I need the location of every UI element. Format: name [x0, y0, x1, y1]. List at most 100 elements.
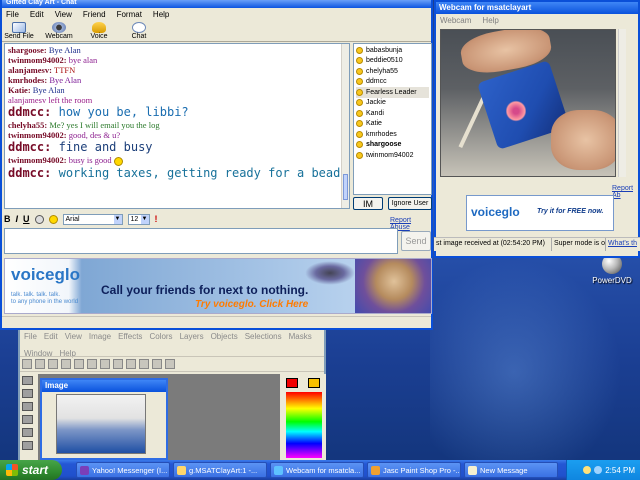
chat-button[interactable]: Chat: [124, 21, 154, 41]
voice-button[interactable]: Voice: [84, 21, 114, 41]
message-author[interactable]: chelyha55:: [8, 120, 47, 130]
chat-log-scrollbar[interactable]: [341, 44, 349, 208]
bold-button[interactable]: B: [4, 214, 11, 224]
webcam-report-abuse-link[interactable]: Report Ab: [612, 185, 638, 199]
menu-help[interactable]: Help: [153, 10, 169, 20]
taskbar-item[interactable]: Jasc Paint Shop Pro -...: [367, 462, 461, 478]
scrollbar-thumb[interactable]: [343, 174, 348, 200]
selection-tool-icon[interactable]: [22, 402, 33, 411]
app-icon: [177, 465, 186, 475]
open-icon[interactable]: [35, 359, 45, 369]
room-user-item[interactable]: beddie0510: [356, 56, 429, 67]
redo-icon[interactable]: [87, 359, 97, 369]
message-author[interactable]: ddmcc:: [8, 105, 51, 119]
room-user-item[interactable]: twinmom94002: [356, 150, 429, 161]
webcam-button[interactable]: Webcam: [44, 21, 74, 41]
send-button[interactable]: Send: [401, 231, 431, 251]
message-author[interactable]: ddmcc:: [8, 166, 51, 180]
new-icon[interactable]: [22, 359, 32, 369]
color-spectrum[interactable]: [286, 392, 322, 458]
room-user-item[interactable]: kmrhodes: [356, 129, 429, 140]
ad-tagline: talk. talk. talk. talk. to any phone in …: [11, 292, 78, 306]
message-text: how you be, libbi?: [58, 105, 189, 119]
zoom-tool-icon[interactable]: [22, 389, 33, 398]
taskbar-item[interactable]: Webcam for msatcla...: [270, 462, 364, 478]
room-user-item[interactable]: Jackie: [356, 98, 429, 109]
psp-menu-edit[interactable]: Edit: [44, 332, 58, 342]
background-color-swatch[interactable]: [308, 378, 320, 388]
chat-message: Katie: Bye Alan: [8, 85, 346, 95]
underline-button[interactable]: U: [23, 214, 30, 224]
italic-button[interactable]: I: [16, 214, 19, 224]
messenger-tray-icon[interactable]: [583, 466, 592, 474]
psp-menu-layers[interactable]: Layers: [180, 332, 204, 342]
font-size-select[interactable]: 12 ▼: [127, 213, 150, 225]
message-author[interactable]: twinmom94002:: [8, 155, 67, 165]
save-icon[interactable]: [48, 359, 58, 369]
print-icon[interactable]: [61, 359, 71, 369]
menu-help[interactable]: Help: [482, 16, 498, 26]
network-tray-icon[interactable]: [594, 466, 603, 474]
message-author[interactable]: twinmom94002:: [8, 130, 67, 140]
room-user-item[interactable]: chelyha55: [356, 66, 429, 77]
move-tool-icon[interactable]: [22, 428, 33, 437]
taskbar-item[interactable]: New Message: [464, 462, 558, 478]
zoom-icon[interactable]: [152, 359, 162, 369]
room-user-item[interactable]: babasbunja: [356, 45, 429, 56]
buzz-icon[interactable]: !: [155, 214, 158, 224]
psp-menu-selections[interactable]: Selections: [245, 332, 282, 342]
clock[interactable]: 2:54 PM: [605, 466, 635, 475]
message-author[interactable]: Katie:: [8, 85, 31, 95]
room-user-item[interactable]: Kandi: [356, 108, 429, 119]
help-icon[interactable]: [165, 359, 175, 369]
room-user-item[interactable]: Katie: [356, 119, 429, 130]
copy-icon[interactable]: [113, 359, 123, 369]
undo-icon[interactable]: [74, 359, 84, 369]
menu-webcam[interactable]: Webcam: [440, 16, 471, 26]
paste-icon[interactable]: [126, 359, 136, 369]
menu-friend[interactable]: Friend: [83, 10, 106, 20]
psp-menu-file[interactable]: File: [24, 332, 37, 342]
room-user-item[interactable]: ddmcc: [356, 77, 429, 88]
menu-edit[interactable]: Edit: [30, 10, 44, 20]
menu-view[interactable]: View: [55, 10, 72, 20]
psp-menu-image[interactable]: Image: [89, 332, 111, 342]
psp-image-window[interactable]: Image: [40, 378, 168, 460]
start-button[interactable]: start: [0, 460, 62, 480]
brush-tool-icon[interactable]: [22, 441, 33, 450]
message-author[interactable]: twinmom94002:: [8, 55, 67, 65]
foreground-color-swatch[interactable]: [286, 378, 298, 388]
send-file-button[interactable]: Send File: [4, 21, 34, 41]
menu-file[interactable]: File: [6, 10, 19, 20]
ignore-user-button[interactable]: Ignore User: [388, 197, 432, 210]
status-whats-this-link[interactable]: What's th: [606, 238, 639, 251]
taskbar-item[interactable]: Yahoo! Messenger (I...: [76, 462, 170, 478]
room-user-item[interactable]: Fearless Leader: [356, 87, 429, 98]
message-author[interactable]: shargoose:: [8, 45, 47, 55]
crop-tool-icon[interactable]: [22, 415, 33, 424]
menu-format[interactable]: Format: [117, 10, 142, 20]
webcam-ad-banner[interactable]: voiceglo Try it for FREE now.: [466, 195, 614, 231]
cut-icon[interactable]: [100, 359, 110, 369]
im-button[interactable]: IM: [353, 197, 383, 210]
ad-tagline-line1: talk. talk. talk. talk.: [11, 292, 61, 298]
voiceglo-ad-banner[interactable]: voiceglo talk. talk. talk. talk. to any …: [4, 258, 432, 314]
text-color-icon[interactable]: [34, 214, 44, 224]
psp-menu-masks[interactable]: Masks: [289, 332, 312, 342]
desktop-icon-powerdvd[interactable]: PowerDVD: [592, 254, 632, 285]
psp-menu-effects[interactable]: Effects: [118, 332, 142, 342]
browse-icon[interactable]: [139, 359, 149, 369]
font-select[interactable]: Arial ▼: [62, 213, 123, 225]
webcam-scrollbar[interactable]: [618, 29, 626, 177]
emoticon-icon[interactable]: [48, 214, 58, 224]
taskbar-item[interactable]: g.MSATClayArt:1 -...: [173, 462, 267, 478]
message-author[interactable]: kmrhodes:: [8, 75, 47, 85]
psp-menu-colors[interactable]: Colors: [149, 332, 172, 342]
room-user-item[interactable]: shargoose: [356, 140, 429, 151]
psp-menu-view[interactable]: View: [65, 332, 82, 342]
message-author[interactable]: ddmcc:: [8, 140, 51, 154]
arrow-tool-icon[interactable]: [22, 376, 33, 385]
psp-menu-objects[interactable]: Objects: [211, 332, 238, 342]
message-author[interactable]: alanjamesv:: [8, 65, 52, 75]
message-input[interactable]: [4, 228, 398, 254]
